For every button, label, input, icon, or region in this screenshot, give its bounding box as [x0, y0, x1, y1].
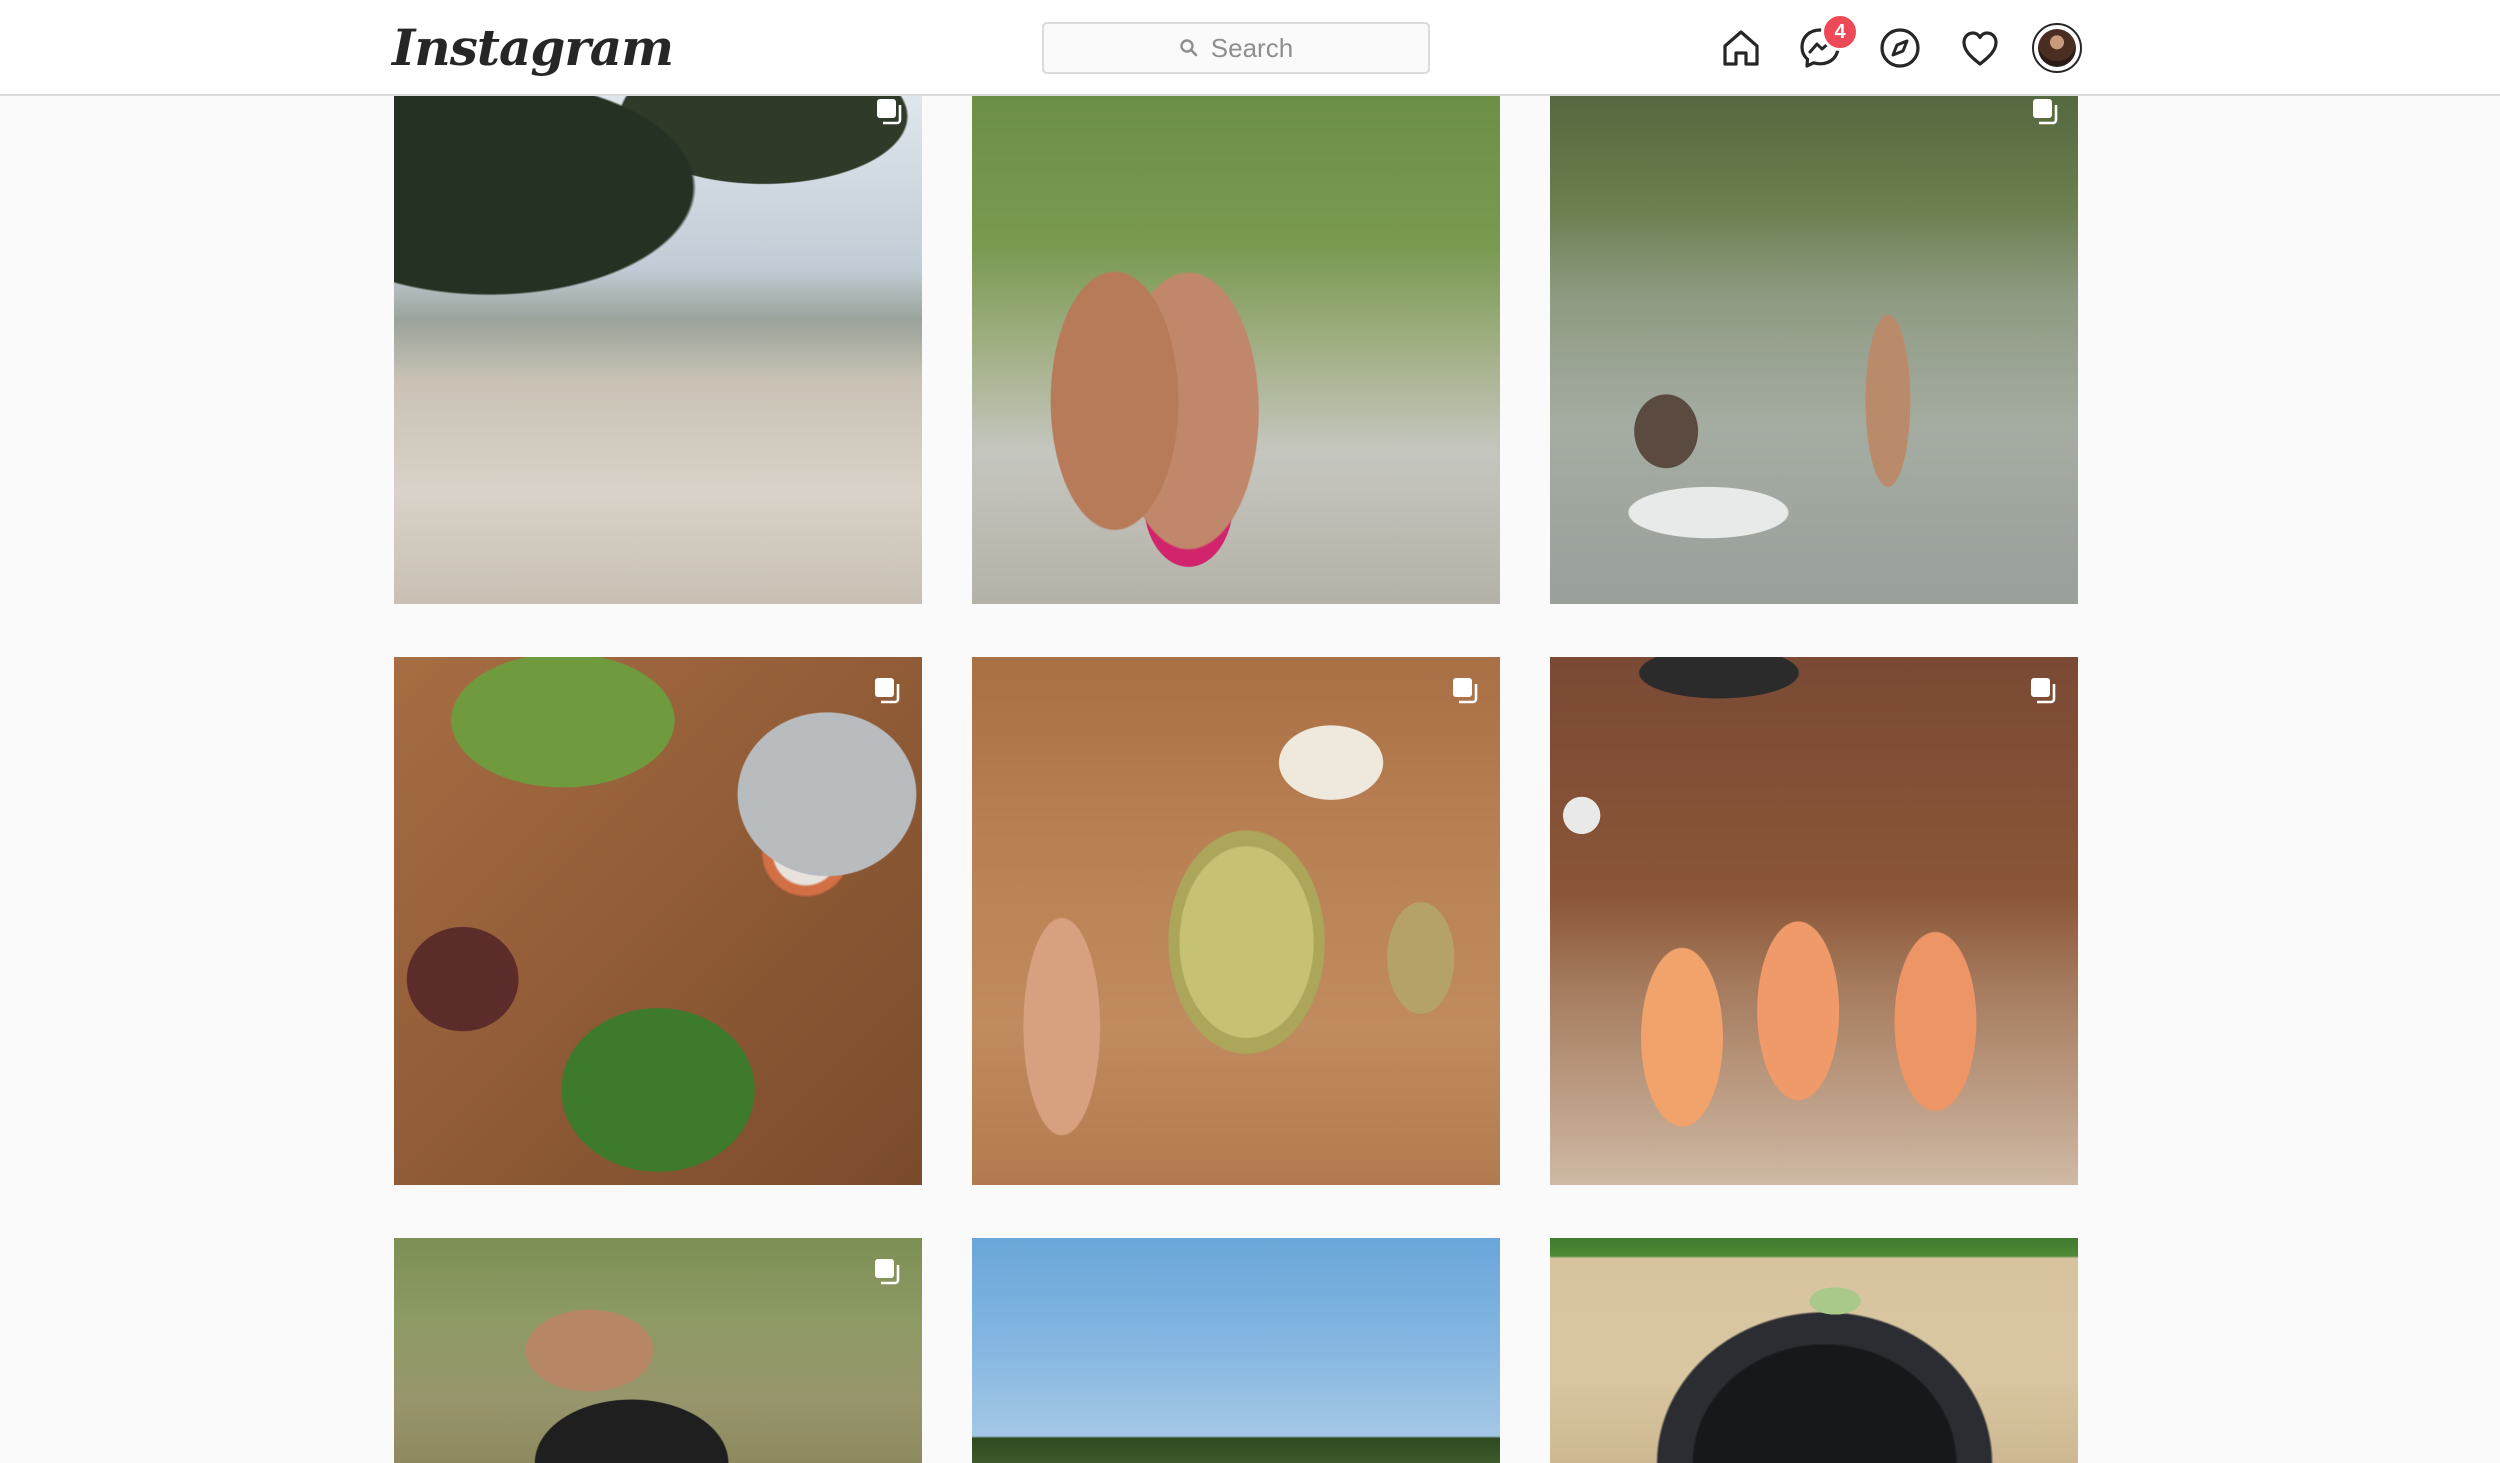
post-thumbnail[interactable]: [394, 96, 922, 604]
multiple-images-icon: [2028, 675, 2058, 705]
post-thumbnail[interactable]: [1550, 657, 2078, 1185]
multiple-images-icon: [2030, 96, 2060, 126]
multiple-images-icon: [1450, 675, 1480, 705]
multiple-images-icon: [872, 675, 902, 705]
top-navigation-bar: Instagram Search 4: [0, 0, 2500, 96]
post-thumbnail[interactable]: [1550, 96, 2078, 604]
search-placeholder: Search: [1210, 32, 1294, 63]
post-thumbnail[interactable]: [972, 1238, 1500, 1463]
post-thumbnail[interactable]: [972, 657, 1500, 1185]
profile-photo: [2038, 29, 2076, 67]
profile-avatar[interactable]: [2032, 23, 2082, 73]
post-thumbnail[interactable]: [394, 657, 922, 1185]
post-thumbnail[interactable]: [972, 96, 1500, 604]
explore-compass-icon[interactable]: [1876, 24, 1924, 72]
search-input[interactable]: Search: [1042, 22, 1430, 74]
home-icon[interactable]: [1717, 24, 1765, 72]
post-thumbnail[interactable]: [394, 1238, 922, 1463]
multiple-images-icon: [872, 1256, 902, 1286]
multiple-images-icon: [874, 96, 904, 126]
instagram-logo[interactable]: Instagram: [392, 14, 674, 82]
messages-count-badge: 4: [1821, 13, 1859, 51]
post-thumbnail[interactable]: [1550, 1238, 2078, 1463]
activity-heart-icon[interactable]: [1956, 24, 2004, 72]
profile-posts-grid: [0, 96, 2500, 1463]
search-icon: [1180, 39, 1198, 57]
